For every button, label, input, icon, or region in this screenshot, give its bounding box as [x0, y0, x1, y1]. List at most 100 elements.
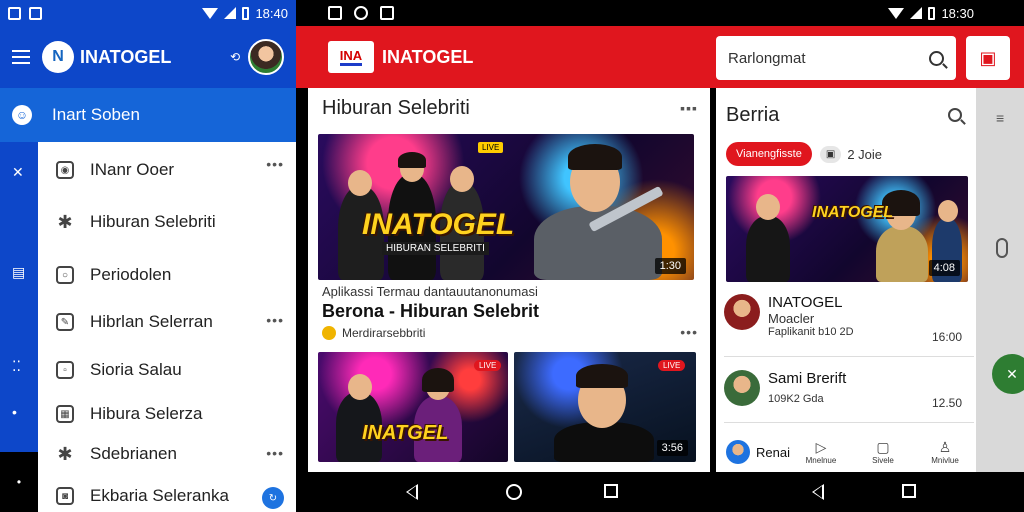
drawer-item[interactable]: ▦ Hibura Selerza — [38, 394, 296, 434]
chip-icon: ▣ — [819, 145, 842, 163]
search-icon[interactable] — [929, 50, 944, 66]
video-title: Berona - Hiburan Selebrit — [322, 301, 540, 321]
featured-video-meta[interactable]: Aplikassi Termau dantauutanonumasi Beron… — [322, 284, 702, 340]
close-icon[interactable]: ✕ — [12, 164, 24, 181]
news-icon[interactable]: ▤ — [12, 264, 25, 281]
profile-icon: ☺ — [12, 105, 32, 125]
notification-icon — [8, 6, 21, 20]
status-time: 18:30 — [941, 5, 974, 21]
avatar[interactable] — [248, 39, 284, 75]
image-icon: ▦ — [56, 405, 74, 423]
photo-icon — [29, 6, 42, 20]
user-icon: ◉ — [56, 161, 74, 179]
sync-status-icon — [354, 6, 368, 20]
square-icon: ▫ — [56, 361, 74, 379]
notification-icon — [380, 6, 394, 20]
live-tag: LIVE — [478, 142, 504, 153]
filter-chip-active[interactable]: Vianengfisste — [726, 142, 812, 166]
message-icon: ▢ — [876, 439, 890, 455]
video-duration: 3:56 — [656, 440, 688, 456]
item-time: 16:00 — [931, 330, 962, 344]
featured-video-thumbnail[interactable]: LIVE INATOGEL HIBURAN SELEBRITI 1:30 — [318, 134, 694, 280]
home-icon[interactable] — [506, 484, 522, 500]
video-thumbnail[interactable]: LIVE INATGEL — [318, 352, 508, 462]
wifi-icon — [888, 7, 905, 19]
battery-icon — [242, 6, 250, 20]
channel-row: Merdirarsebbriti — [322, 326, 702, 340]
item-title: Sami Brerift — [768, 370, 847, 387]
filter-chip[interactable]: ▣ 2 Joie — [819, 145, 882, 163]
recents-icon[interactable] — [902, 484, 916, 498]
overflow-menu-icon[interactable]: ⋮ — [996, 48, 1014, 69]
more-icon[interactable]: ••• — [266, 312, 284, 328]
video-thumbnail[interactable]: LIVE 3:56 — [514, 352, 696, 462]
camera-icon: ◙ — [56, 487, 74, 505]
star-icon: ✱ — [57, 443, 73, 464]
drawer-item[interactable]: ✎ Hibrlan Selerran ••• — [38, 298, 296, 346]
more-icon[interactable]: ••• — [266, 156, 284, 172]
drawer-item[interactable]: ○ Periodolen — [38, 246, 296, 298]
thumbnail-watermark: INATOGEL — [812, 204, 894, 221]
dots-icon[interactable]: ⁚⁚ — [12, 358, 21, 375]
signal-icon — [910, 7, 923, 19]
drawer-item[interactable]: ▫ Sioria Salau — [38, 346, 296, 394]
video-duration: 4:08 — [928, 260, 960, 276]
system-navigation-bar — [296, 472, 1024, 512]
list-item[interactable]: Sami Brerift 109K2 Gda 12.50 — [724, 370, 968, 410]
notification-badge: ↻ — [262, 487, 284, 509]
edit-icon: ✎ — [56, 313, 74, 331]
live-tag: LIVE — [658, 360, 686, 371]
drawer-item[interactable]: ◉ INanr Ooer ••• — [38, 142, 296, 198]
signal-icon — [224, 7, 237, 19]
nav-rail: ✕ ▤ ⁚⁚ • — [0, 142, 38, 452]
thumbnail-caption: HIBURAN SELEBRITI — [382, 242, 489, 255]
sync-icon[interactable]: ⟲ — [230, 50, 240, 64]
section-title: Hiburan Selebriti — [322, 96, 470, 119]
status-bar: 18:30 — [296, 0, 1024, 26]
app-title: INATOGEL — [382, 46, 474, 67]
navigation-drawer: ◉ INanr Ooer ••• ✱ Hiburan Selebriti ○ P… — [38, 142, 296, 512]
toggle-icon[interactable] — [996, 238, 1008, 258]
status-bar: 18:40 — [0, 0, 296, 26]
recents-icon[interactable] — [604, 484, 618, 498]
drawer-item[interactable]: ◙ Ekbaria Seleranka ↻ — [38, 474, 296, 512]
photo-icon — [328, 6, 342, 20]
more-icon[interactable]: ••• — [680, 324, 698, 340]
back-icon[interactable] — [812, 484, 824, 500]
channel-avatar — [322, 326, 336, 340]
search-icon[interactable] — [948, 108, 962, 122]
left-phone-screen: 18:40 N INATOGEL ⟲ ☺ Inart Soben ✕ ▤ ⁚⁚ … — [0, 0, 296, 512]
tab-home[interactable]: Renai — [716, 440, 790, 464]
menu-icon[interactable]: ≡ — [996, 110, 1004, 126]
search-input[interactable]: Rarlongmat — [716, 36, 956, 80]
back-icon[interactable] — [406, 484, 418, 500]
more-icon[interactable]: ••• — [266, 445, 284, 461]
menu-icon[interactable] — [12, 50, 30, 64]
drawer-item[interactable]: ✱ Hiburan Selebriti — [38, 198, 296, 246]
live-tag: LIVE — [474, 360, 502, 371]
grid-view-icon[interactable]: ▪▪▪ — [680, 100, 698, 116]
wifi-icon — [202, 7, 219, 19]
tab-item[interactable]: ▷ Mnelnue — [790, 439, 852, 465]
news-video-thumbnail[interactable]: INATOGEL 4:08 — [726, 176, 968, 282]
channel-avatar — [724, 294, 760, 330]
background-app-edge: ≡ ✕ — [976, 88, 1024, 472]
bottom-tab-bar: Renai ▷ Mnelnue ▢ Sivele ♙ Mnivlue — [716, 432, 976, 472]
status-time: 18:40 — [255, 5, 288, 21]
item-meta: Faplikanit b10 2D — [768, 326, 854, 338]
dot-icon: • — [0, 452, 38, 512]
star-icon: ✱ — [57, 211, 73, 232]
tab-item[interactable]: ▢ Sivele — [852, 439, 914, 465]
list-item[interactable]: INATOGEL Moacler Faplikanit b10 2D 16:00 — [724, 294, 968, 344]
dot-icon[interactable]: • — [12, 404, 17, 420]
fab-button[interactable]: ✕ — [992, 354, 1024, 394]
drawer-item[interactable]: ✱ Sdebrianen ••• — [38, 434, 296, 474]
app-bar: INA INATOGEL Rarlongmat ▣ ⋮ — [296, 26, 1024, 88]
tab-item[interactable]: ♙ Mnivlue — [914, 439, 976, 465]
filter-chips: Vianengfisste ▣ 2 Joie — [716, 142, 976, 166]
main-phone-screen: 18:30 INA INATOGEL Rarlongmat ▣ ⋮ Hibura… — [296, 0, 1024, 512]
search-value: Rarlongmat — [728, 49, 806, 67]
drawer-active-item[interactable]: ☺ Inart Soben — [0, 88, 296, 142]
app-logo: N — [42, 41, 74, 73]
channel-avatar — [724, 370, 760, 406]
